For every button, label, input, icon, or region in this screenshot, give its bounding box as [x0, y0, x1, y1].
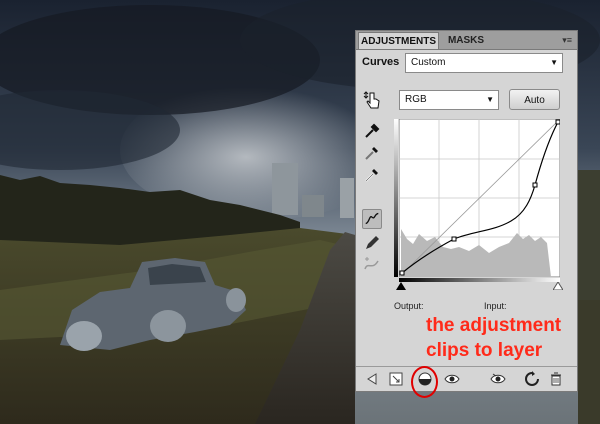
smooth-curve-icon[interactable] [362, 255, 382, 275]
tab-masks[interactable]: MASKS [440, 32, 492, 49]
eyedropper-white-icon[interactable] [362, 165, 382, 185]
chevron-down-icon: ▼ [486, 95, 494, 104]
curve-point-tool-icon[interactable] [362, 209, 382, 229]
output-gradient-bar [394, 119, 398, 277]
black-point-slider-icon[interactable] [396, 282, 406, 290]
on-image-adjust-icon[interactable] [362, 89, 384, 111]
preset-value: Custom [411, 57, 446, 68]
auto-button[interactable]: Auto [509, 89, 560, 110]
expand-view-icon[interactable] [388, 371, 404, 387]
annotation-line-2: clips to layer [426, 340, 543, 361]
input-label: Input: [484, 301, 507, 311]
back-arrow-icon[interactable] [364, 371, 380, 387]
eyedropper-black-icon[interactable] [362, 121, 382, 141]
input-gradient-bar [399, 278, 560, 282]
visibility-eye-icon[interactable] [444, 371, 460, 387]
channel-dropdown[interactable]: RGB ▼ [399, 90, 499, 110]
tab-adjustments[interactable]: ADJUSTMENTS [358, 32, 439, 49]
annotation-circle [411, 366, 438, 398]
panel-menu-icon[interactable]: ▾≡ [562, 33, 572, 47]
trash-icon[interactable] [548, 371, 564, 387]
white-point-slider-icon[interactable] [553, 282, 563, 290]
chevron-down-icon: ▼ [550, 58, 558, 67]
pencil-tool-icon[interactable] [362, 233, 382, 253]
curves-graph[interactable] [399, 119, 560, 277]
annotation-line-1: the adjustment [426, 315, 562, 336]
channel-value: RGB [405, 94, 427, 105]
eyedropper-gray-icon[interactable] [362, 143, 382, 163]
preset-dropdown[interactable]: Custom ▼ [405, 53, 563, 73]
reset-icon[interactable] [524, 371, 540, 387]
view-previous-icon[interactable] [490, 371, 510, 387]
panel-footer [356, 366, 577, 391]
output-label: Output: [394, 301, 424, 311]
panel-tab-bar: ADJUSTMENTS MASKS ▾≡ [356, 31, 577, 50]
adjustment-type-label: Curves [362, 56, 400, 68]
